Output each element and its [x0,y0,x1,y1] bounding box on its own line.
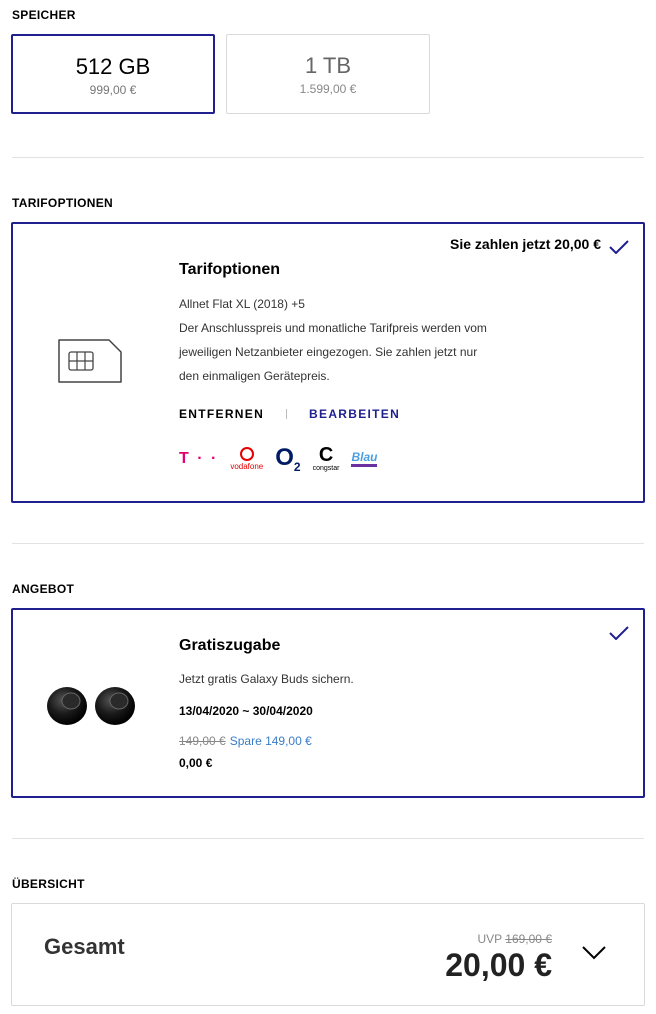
tariff-description-line: den einmaligen Gerätepreis. [179,369,330,383]
vodafone-logo: vodafone [230,447,263,471]
tariff-actions: ENTFERNEN BEARBEITEN [179,407,400,421]
storage-capacity: 512 GB [75,54,151,79]
offer-save-text: Spare 149,00 € [229,734,312,748]
chevron-down-icon[interactable] [582,946,606,960]
storage-option-512gb[interactable]: 512 GB 999,00 € [11,34,215,114]
remove-button[interactable]: ENTFERNEN [179,407,264,421]
total-label: Gesamt [44,934,125,959]
galaxy-buds-image [47,687,135,725]
total-price: 20,00 € [445,947,552,983]
offer-title: Gratiszugabe [179,637,281,654]
summary-card[interactable]: Gesamt UVP 169,00 € 20,00 € [11,903,645,1006]
offer-price-line: 149,00 € Spare 149,00 € [179,729,312,753]
telekom-logo: T · · [179,450,219,467]
divider [12,157,644,158]
storage-price: 1.599,00 € [299,82,357,96]
congstar-logo: C congstar [312,443,340,473]
offer-old-price: 149,00 € [179,734,226,748]
congstar-label: congstar [312,464,340,472]
tariff-description-line: Der Anschlusspreis und monatliche Tarifp… [179,321,487,335]
offer-card[interactable]: Gratiszugabe Jetzt gratis Galaxy Buds si… [11,608,645,798]
check-icon [609,240,629,254]
tariff-plan: Allnet Flat XL (2018) +5 [179,297,305,311]
provider-logos: T · · vodafone O2 C congstar Blau [179,442,389,476]
storage-price: 999,00 € [89,83,137,97]
divider [12,838,644,839]
vodafone-icon [239,447,254,461]
o2-mark: O [275,444,294,472]
offer-subtitle: Jetzt gratis Galaxy Buds sichern. [179,672,354,686]
check-icon [609,626,629,640]
summary-section-title: ÜBERSICHT [12,877,85,891]
uvp-price: UVP 169,00 € [477,932,552,946]
tariff-title: Tarifoptionen [179,261,281,278]
uvp-label: UVP [477,932,502,946]
storage-section-title: SPEICHER [12,8,76,22]
tariff-description-line: jeweiligen Netzanbieter eingezogen. Sie … [179,345,478,359]
vodafone-label: vodafone [230,462,264,471]
o2-logo: O2 [275,444,300,474]
tariff-section-title: TARIFOPTIONEN [12,196,114,210]
blau-logo: Blau [351,451,378,467]
congstar-icon: C [318,443,334,466]
edit-button[interactable]: BEARBEITEN [309,407,400,421]
offer-date-range: 13/04/2020 ~ 30/04/2020 [179,704,313,718]
sim-card-icon [58,339,122,383]
tariff-card[interactable]: Sie zahlen jetzt 20,00 € Tarifoptionen A… [11,222,645,503]
storage-capacity: 1 TB [304,53,352,78]
action-separator [286,409,288,419]
o2-subscript: 2 [293,459,301,474]
offer-section-title: ANGEBOT [12,582,75,596]
storage-option-1tb[interactable]: 1 TB 1.599,00 € [226,34,430,114]
pay-now-text: Sie zahlen jetzt 20,00 € [450,236,601,252]
divider [12,543,644,544]
offer-price: 0,00 € [179,756,213,770]
uvp-old-price: 169,00 € [505,932,552,946]
